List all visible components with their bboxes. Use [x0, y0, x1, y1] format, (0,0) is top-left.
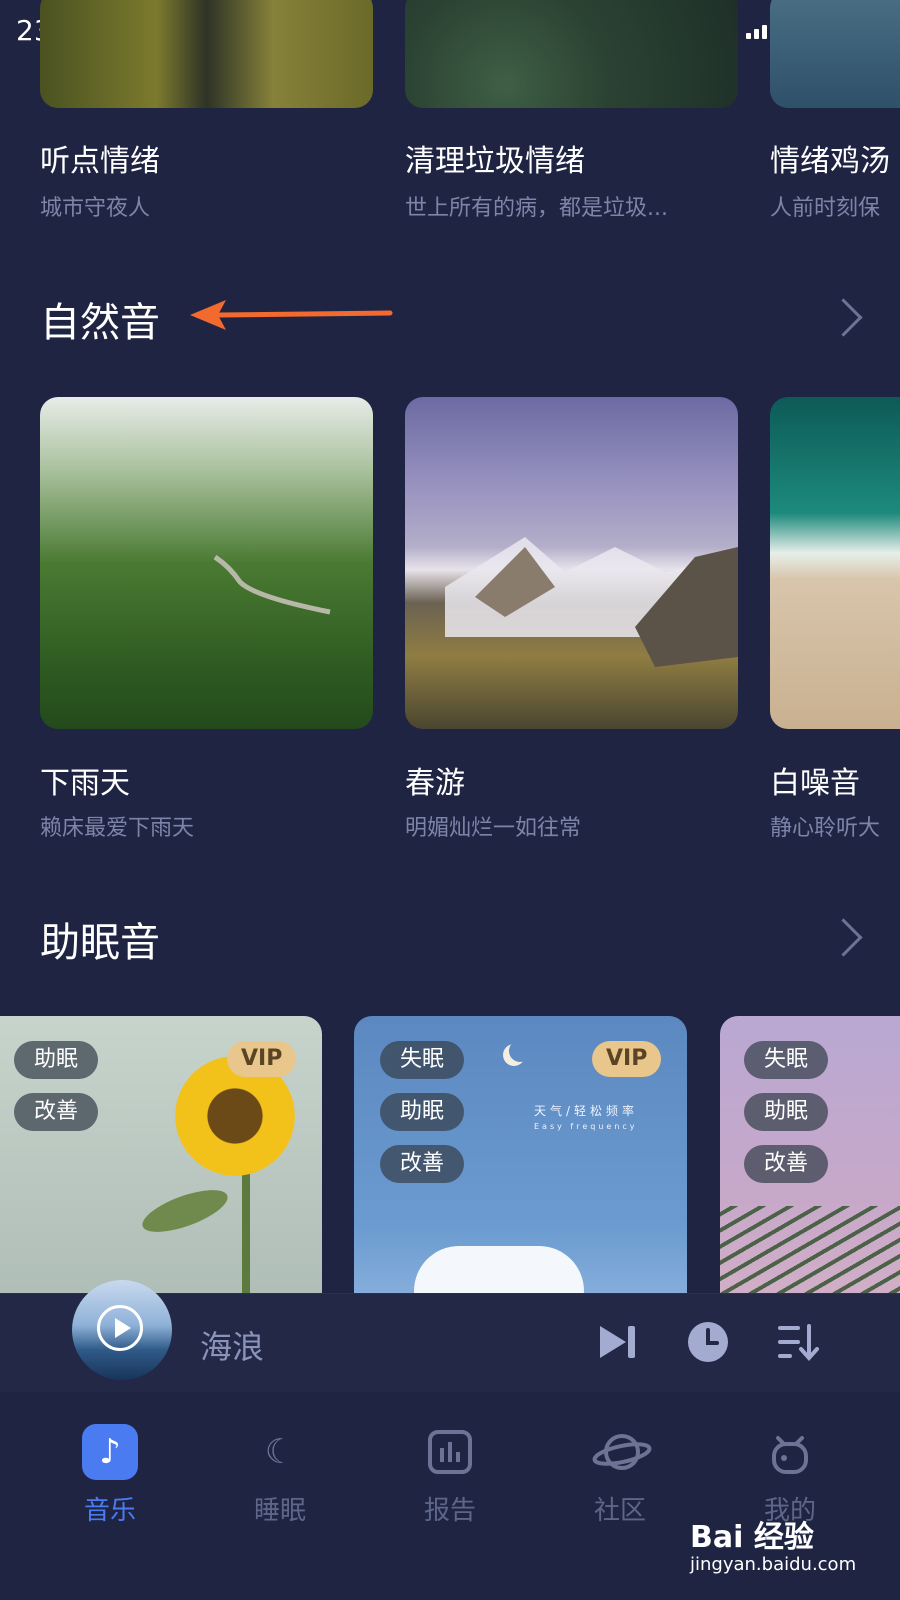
emotion-card-title[interactable]: 情绪鸡汤 — [770, 136, 890, 180]
emotion-card-image[interactable] — [40, 0, 373, 108]
nature-card-subtitle: 赖床最爱下雨天 — [40, 816, 195, 841]
report-icon — [422, 1424, 478, 1480]
moon-icon — [509, 1040, 531, 1062]
nature-card-title[interactable]: 下雨天 — [40, 758, 130, 802]
nav-item-report[interactable]: 报告 — [390, 1424, 510, 1527]
nav-label: 社区 — [593, 1496, 646, 1526]
nature-card-image[interactable] — [405, 397, 738, 729]
emotion-card-subtitle: 人前时刻保 — [770, 196, 881, 221]
annotation-arrow-icon — [190, 300, 393, 330]
player-track-title[interactable]: 海浪 — [200, 1322, 264, 1368]
baidu-watermark-url: jingyan.baidu.com — [690, 1554, 857, 1575]
emotion-card-title[interactable]: 清理垃圾情绪 — [405, 136, 585, 180]
sleep-tag: 助眠 — [14, 1041, 99, 1079]
sleep-tag: 改善 — [744, 1145, 829, 1183]
play-icon[interactable] — [97, 1305, 143, 1351]
emotion-card-image[interactable] — [405, 0, 738, 108]
sleep-card[interactable]: 失眠 助眠 改善 — [720, 1016, 900, 1316]
nature-card-subtitle: 明媚灿烂一如往常 — [405, 816, 582, 841]
nav-label: 睡眠 — [253, 1496, 306, 1526]
vip-badge: VIP — [592, 1041, 662, 1077]
nature-card-subtitle: 静心聆听大 — [770, 816, 881, 841]
nature-more-chevron-icon[interactable] — [824, 298, 863, 337]
vip-badge: VIP — [227, 1041, 297, 1077]
baidu-watermark: Bai 经验 — [690, 1520, 814, 1555]
section-title-sleep: 助眠音 — [40, 920, 160, 966]
sleep-tag: 助眠 — [744, 1093, 829, 1131]
sleep-tag: 改善 — [380, 1145, 465, 1183]
music-note-icon: ♪ — [82, 1424, 138, 1480]
sleep-tag: 失眠 — [744, 1041, 829, 1079]
timer-icon[interactable] — [686, 1320, 730, 1364]
sleep-tag: 改善 — [14, 1093, 99, 1131]
card-overlay-text: 天气/轻松频率 — [534, 1104, 639, 1118]
sleep-tag: 失眠 — [380, 1041, 465, 1079]
emotion-card-title[interactable]: 听点情绪 — [40, 136, 160, 180]
card-overlay-subtext: Easy frequency — [534, 1122, 638, 1131]
nav-label: 报告 — [423, 1496, 476, 1526]
nav-item-music[interactable]: ♪ 音乐 — [50, 1424, 170, 1527]
planet-icon — [592, 1424, 652, 1480]
section-title-nature: 自然音 — [40, 300, 160, 346]
sleep-more-chevron-icon[interactable] — [824, 918, 863, 957]
nav-item-sleep[interactable]: ☾ 睡眠 — [220, 1424, 340, 1527]
nav-label: 音乐 — [83, 1496, 136, 1526]
emotion-card-subtitle: 世上所有的病，都是垃圾... — [405, 196, 668, 221]
sleep-tag: 助眠 — [380, 1093, 465, 1131]
nature-card-title[interactable]: 白噪音 — [770, 758, 860, 802]
nature-card-image[interactable] — [40, 397, 373, 729]
nature-card-title[interactable]: 春游 — [405, 758, 465, 802]
emotion-card-subtitle: 城市守夜人 — [40, 196, 151, 221]
emotion-card-image[interactable] — [770, 0, 900, 108]
nav-item-community[interactable]: 社区 — [560, 1424, 680, 1527]
sleep-card[interactable]: 助眠 改善 VIP — [0, 1016, 322, 1316]
moon-icon: ☾ — [264, 1432, 296, 1472]
skip-next-icon[interactable] — [596, 1322, 640, 1362]
profile-icon — [762, 1424, 818, 1480]
sleep-card[interactable]: 天气/轻松频率 Easy frequency 失眠 助眠 改善 VIP — [354, 1016, 687, 1316]
nature-card-image[interactable] — [770, 397, 900, 729]
playlist-icon[interactable] — [776, 1322, 820, 1362]
